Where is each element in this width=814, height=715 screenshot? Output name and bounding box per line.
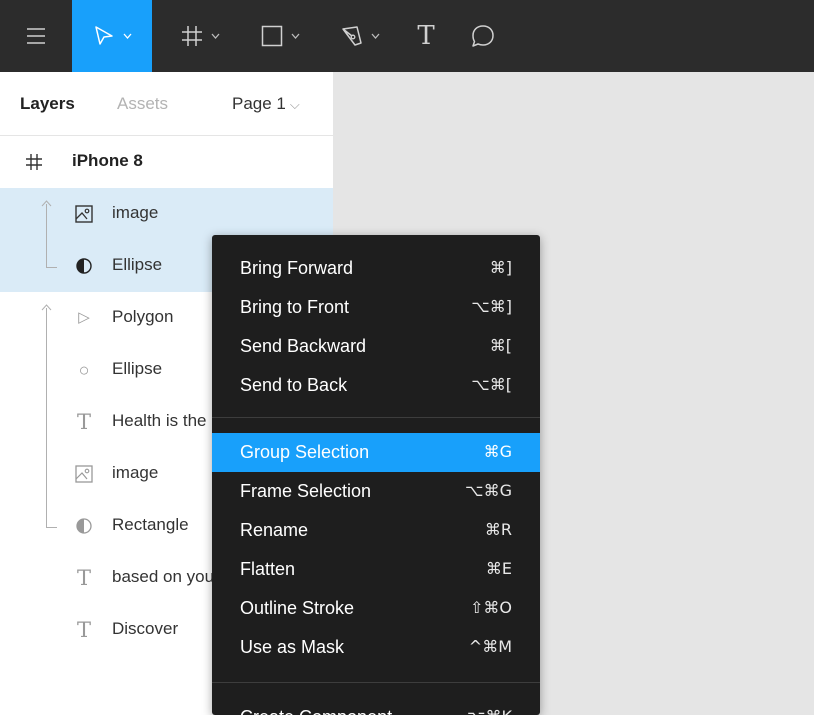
menu-item-shortcut: ⌘G [483,442,512,461]
layer-label: Discover [112,619,179,638]
text-tool-button[interactable]: T [400,0,452,72]
layer-label: image [112,203,159,222]
layer-label: Ellipse [112,359,163,378]
rectangle-icon [261,25,283,47]
menu-item-label: Outline Stroke [240,598,355,618]
menu-item-shortcut: ⌘E [485,559,512,578]
mask-group-bracket [41,304,60,528]
frame-icon [24,152,44,172]
chevron-down-icon[interactable] [291,33,300,39]
menu-item-label: Use as Mask [240,637,345,657]
main-menu-button[interactable] [0,0,72,72]
menu-item-outline-stroke[interactable]: Outline Stroke ⇧⌘O [212,589,540,628]
arrow-up-icon [41,304,52,311]
text-icon: T [76,618,91,642]
menu-item-shortcut: ⌥⌘] [471,297,512,316]
menu-item-shortcut: ⌘R [484,520,512,539]
layer-label: based on your [112,567,220,586]
page-label: Page 1 [232,94,286,113]
menu-item-label: Group Selection [240,442,370,462]
menu-separator [212,417,540,418]
menu-item-shortcut: ⌥⌘[ [471,375,512,394]
menu-item-rename[interactable]: Rename ⌘R [212,511,540,550]
menu-item-send-backward[interactable]: Send Backward ⌘[ [212,327,540,366]
tab-layers[interactable]: Layers [20,94,75,114]
text-icon: T [76,566,91,590]
menu-item-send-to-back[interactable]: Send to Back ⌥⌘[ [212,366,540,405]
half-circle-mask-icon [74,256,94,276]
hamburger-icon [26,27,46,45]
tab-assets[interactable]: Assets [117,94,168,114]
comment-tool-button[interactable] [452,0,514,72]
menu-item-shortcut: ^⌘M [468,637,512,656]
chevron-down-icon[interactable] [123,33,132,39]
menu-item-use-as-mask[interactable]: Use as Mask ^⌘M [212,628,540,667]
half-circle-mask-icon [74,516,94,536]
text-icon: T [76,410,91,434]
page-selector[interactable]: Page 1 ⌵ [232,94,300,114]
menu-item-shortcut: ⌘[ [489,336,512,355]
text-icon: T [417,21,435,51]
layer-label: image [112,463,159,482]
shape-tool-button[interactable] [240,0,320,72]
layer-label: iPhone 8 [72,151,143,170]
image-icon [74,464,94,484]
context-menu: Bring Forward ⌘] Bring to Front ⌥⌘] Send… [212,235,540,715]
mask-group-bracket [41,200,60,268]
comment-icon [470,23,496,49]
chevron-down-icon: ⌵ [289,97,300,112]
layer-label: Ellipse [112,255,163,274]
frame-tool-button[interactable] [160,0,240,72]
layer-label: Health is the [112,411,207,430]
menu-item-shortcut: ⌥⌘K [467,707,512,715]
pen-tool-button[interactable] [320,0,400,72]
menu-item-bring-to-front[interactable]: Bring to Front ⌥⌘] [212,288,540,327]
menu-item-shortcut: ⇧⌘O [470,598,512,617]
menu-item-group-selection[interactable]: Group Selection ⌘G [212,433,540,472]
menu-item-label: Rename [240,520,309,540]
menu-item-label: Create Component [240,707,392,715]
menu-item-label: Bring to Front [240,297,350,317]
image-icon [74,204,94,224]
chevron-down-icon[interactable] [371,33,380,39]
menu-item-label: Bring Forward [240,258,354,278]
toolbar: T [0,0,814,72]
chevron-down-icon[interactable] [211,33,220,39]
ellipse-icon: ○ [78,360,90,380]
pen-icon [341,25,363,47]
layer-row-frame[interactable]: iPhone 8 [0,136,333,188]
menu-item-label: Send to Back [240,375,348,395]
menu-item-shortcut: ⌘] [489,258,512,277]
menu-item-frame-selection[interactable]: Frame Selection ⌥⌘G [212,472,540,511]
menu-item-flatten[interactable]: Flatten ⌘E [212,550,540,589]
layer-label: Rectangle [112,515,189,534]
arrow-up-icon [41,200,52,207]
move-icon [93,25,115,47]
menu-item-shortcut: ⌥⌘G [465,481,512,500]
menu-item-label: Flatten [240,559,296,579]
menu-separator [212,682,540,683]
polygon-icon: ▷ [78,309,90,326]
menu-item-create-component[interactable]: Create Component ⌥⌘K [212,698,540,715]
move-tool-button[interactable] [72,0,152,72]
menu-item-label: Send Backward [240,336,367,356]
layer-label: Polygon [112,307,174,326]
menu-item-bring-forward[interactable]: Bring Forward ⌘] [212,249,540,288]
menu-item-label: Frame Selection [240,481,372,501]
panel-tabs: Layers Assets Page 1 ⌵ [0,72,333,136]
frame-icon [181,25,203,47]
